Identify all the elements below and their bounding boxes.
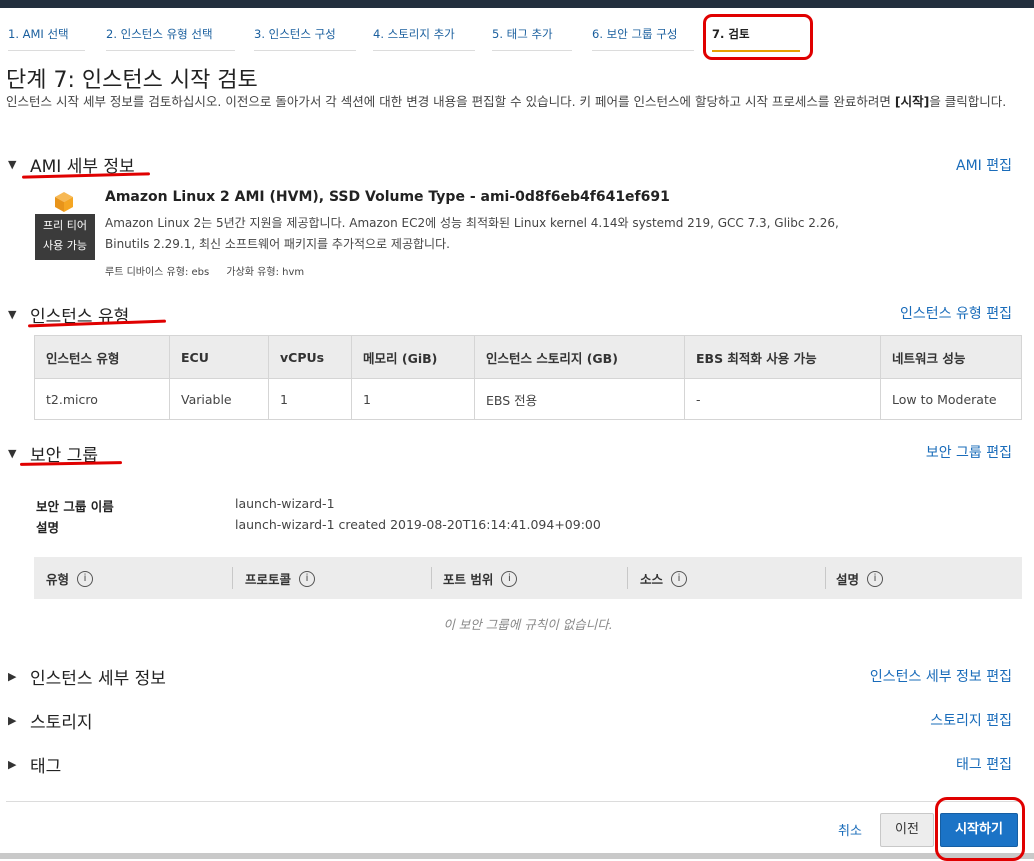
tags-section-title: 태그 (30, 757, 62, 777)
table-cell: 1 (351, 378, 475, 420)
table-cell: - (684, 378, 881, 420)
table-header: 메모리 (GiB) (351, 335, 475, 379)
info-icon[interactable]: i (299, 570, 316, 587)
table-cell: 1 (268, 378, 352, 420)
table-header: 인스턴스 유형 (34, 335, 170, 379)
no-rules-message: 이 보안 그룹에 규칙이 없습니다. (443, 617, 613, 632)
security-group-desc-label: 설명 (36, 520, 60, 535)
rules-col-description: 설명 i (836, 569, 884, 588)
rules-col-port-range: 포트 범위 i (443, 569, 518, 588)
cube-icon (55, 192, 73, 212)
instance-type-table: 인스턴스 유형 ECU vCPUs 메모리 (GiB) 인스턴스 스토리지 (G… (34, 335, 1022, 420)
info-icon[interactable]: i (867, 570, 884, 587)
caret-right-icon: ▶ (8, 670, 17, 683)
table-cell: EBS 전용 (474, 378, 685, 420)
tab-instance-type[interactable]: 2. 인스턴스 유형 선택 (106, 26, 235, 51)
ami-name: Amazon Linux 2 AMI (HVM), SSD Volume Typ… (105, 189, 670, 205)
rules-col-type: 유형 i (46, 569, 94, 588)
ami-meta: 루트 디바이스 유형: ebs 가상화 유형: hvm (105, 263, 318, 278)
rules-col-protocol: 프로토콜 i (245, 569, 316, 588)
table-header: ECU (169, 335, 269, 379)
table-header: 인스턴스 스토리지 (GB) (474, 335, 685, 379)
security-group-name-label: 보안 그룹 이름 (36, 499, 114, 514)
info-icon[interactable]: i (77, 570, 94, 587)
table-row: t2.micro Variable 1 1 EBS 전용 - Low to Mo… (34, 378, 1022, 420)
tab-review[interactable]: 7. 검토 (712, 26, 800, 52)
table-cell: Variable (169, 378, 269, 420)
edit-storage-link[interactable]: 스토리지 편집 (930, 710, 1012, 730)
instance-details-section-title: 인스턴스 세부 정보 (30, 669, 166, 689)
instance-details-section-header[interactable]: ▶ 인스턴스 세부 정보 (8, 664, 166, 689)
caret-down-icon: ▼ (8, 308, 17, 321)
footer-divider (6, 801, 1022, 802)
free-tier-badge: 프리 티어 사용 가능 (35, 214, 95, 260)
caret-right-icon: ▶ (8, 714, 17, 727)
tab-configure-instance[interactable]: 3. 인스턴스 구성 (254, 26, 356, 51)
launch-button[interactable]: 시작하기 (940, 813, 1018, 847)
table-header: vCPUs (268, 335, 352, 379)
virtualization-type: 가상화 유형: hvm (226, 267, 305, 278)
edit-tags-link[interactable]: 태그 편집 (956, 754, 1012, 774)
security-group-name-value: launch-wizard-1 (235, 496, 335, 511)
instance-type-section-header[interactable]: ▼ 인스턴스 유형 (8, 302, 129, 327)
edit-ami-link[interactable]: AMI 편집 (956, 155, 1012, 175)
table-cell: Low to Moderate (880, 378, 1022, 420)
tab-add-storage[interactable]: 4. 스토리지 추가 (373, 26, 475, 51)
tab-ami[interactable]: 1. AMI 선택 (8, 26, 85, 51)
security-group-section-header[interactable]: ▼ 보안 그룹 (8, 441, 98, 466)
security-group-desc-value: launch-wizard-1 created 2019-08-20T16:14… (235, 517, 601, 532)
storage-section-header[interactable]: ▶ 스토리지 (8, 708, 93, 733)
page-title: 단계 7: 인스턴스 시작 검토 (6, 68, 258, 93)
bottom-scrollbar (0, 853, 1034, 859)
wizard-tabs: 1. AMI 선택 2. 인스턴스 유형 선택 3. 인스턴스 구성 4. 스토… (0, 8, 1034, 58)
root-device-type: 루트 디바이스 유형: ebs (105, 267, 210, 278)
caret-down-icon: ▼ (8, 158, 17, 171)
storage-section-title: 스토리지 (30, 713, 93, 733)
caret-right-icon: ▶ (8, 758, 17, 771)
info-icon[interactable]: i (671, 570, 688, 587)
caret-down-icon: ▼ (8, 447, 17, 460)
security-group-section-title: 보안 그룹 (30, 446, 98, 466)
tab-add-tags[interactable]: 5. 태그 추가 (492, 26, 572, 51)
ami-section-header[interactable]: ▼ AMI 세부 정보 (8, 152, 135, 177)
edit-instance-details-link[interactable]: 인스턴스 세부 정보 편집 (870, 666, 1012, 686)
ami-description: Amazon Linux 2는 5년간 지원을 제공합니다. Amazon EC… (105, 216, 839, 251)
info-icon[interactable]: i (501, 570, 518, 587)
table-header: 네트워크 성능 (880, 335, 1022, 379)
edit-instance-type-link[interactable]: 인스턴스 유형 편집 (900, 303, 1012, 323)
table-cell: t2.micro (34, 378, 170, 420)
tab-security-group[interactable]: 6. 보안 그룹 구성 (592, 26, 694, 51)
previous-button[interactable]: 이전 (880, 813, 934, 847)
cancel-button[interactable]: 취소 (838, 820, 862, 839)
page-description: 인스턴스 시작 세부 정보를 검토하십시오. 이전으로 돌아가서 각 섹션에 대… (6, 94, 1007, 109)
edit-security-group-link[interactable]: 보안 그룹 편집 (926, 442, 1012, 462)
instance-type-section-title: 인스턴스 유형 (30, 307, 130, 327)
tags-section-header[interactable]: ▶ 태그 (8, 752, 61, 777)
rules-table-header: 유형 i 프로토콜 i 포트 범위 i 소스 i 설명 i (34, 557, 1022, 599)
rules-col-source: 소스 i (640, 569, 688, 588)
top-bar (0, 0, 1034, 8)
ami-section-title: AMI 세부 정보 (30, 157, 135, 177)
table-header: EBS 최적화 사용 가능 (684, 335, 881, 379)
